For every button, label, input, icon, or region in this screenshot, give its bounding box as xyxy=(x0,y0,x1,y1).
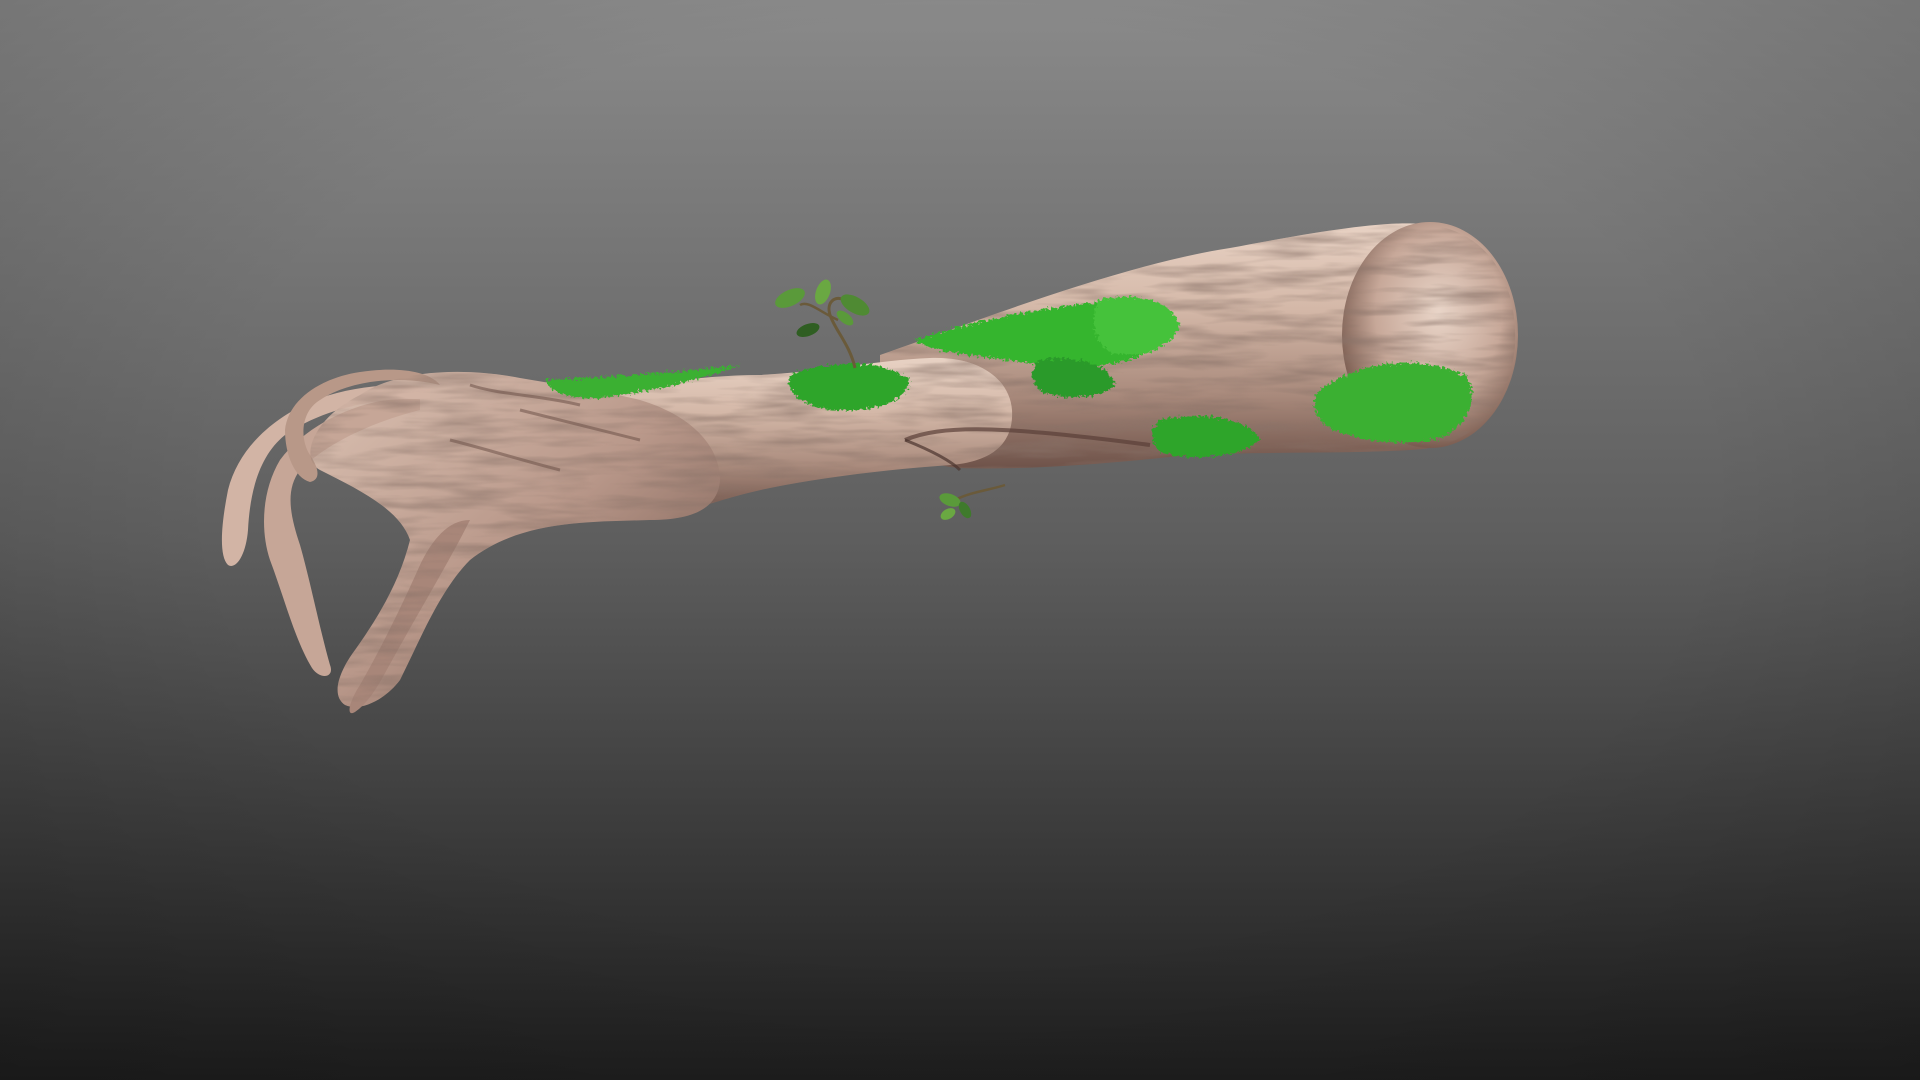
render-viewport xyxy=(0,0,1920,1080)
tree-arm-render xyxy=(0,0,1920,1080)
